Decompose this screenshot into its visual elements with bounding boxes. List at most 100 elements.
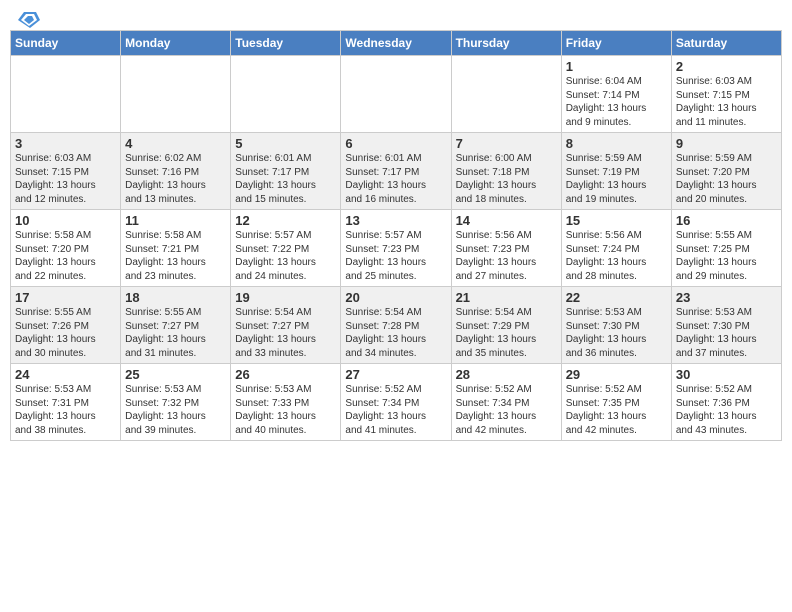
- day-info: Sunrise: 5:55 AM Sunset: 7:26 PM Dayligh…: [15, 306, 116, 360]
- day-number: 7: [456, 136, 557, 151]
- day-number: 15: [566, 213, 667, 228]
- day-info: Sunrise: 6:00 AM Sunset: 7:18 PM Dayligh…: [456, 152, 557, 206]
- day-info: Sunrise: 6:02 AM Sunset: 7:16 PM Dayligh…: [125, 152, 226, 206]
- day-number: 9: [676, 136, 777, 151]
- day-info: Sunrise: 5:59 AM Sunset: 7:19 PM Dayligh…: [566, 152, 667, 206]
- empty-cell: [231, 56, 341, 133]
- calendar-day: 16Sunrise: 5:55 AM Sunset: 7:25 PM Dayli…: [671, 210, 781, 287]
- weekday-header: Saturday: [671, 31, 781, 56]
- day-info: Sunrise: 6:04 AM Sunset: 7:14 PM Dayligh…: [566, 75, 667, 129]
- calendar-table: SundayMondayTuesdayWednesdayThursdayFrid…: [10, 30, 782, 441]
- day-info: Sunrise: 5:57 AM Sunset: 7:23 PM Dayligh…: [345, 229, 446, 283]
- day-info: Sunrise: 5:59 AM Sunset: 7:20 PM Dayligh…: [676, 152, 777, 206]
- day-number: 14: [456, 213, 557, 228]
- day-number: 19: [235, 290, 336, 305]
- day-info: Sunrise: 6:01 AM Sunset: 7:17 PM Dayligh…: [235, 152, 336, 206]
- day-info: Sunrise: 5:55 AM Sunset: 7:27 PM Dayligh…: [125, 306, 226, 360]
- weekday-header: Monday: [121, 31, 231, 56]
- weekday-header: Sunday: [11, 31, 121, 56]
- day-info: Sunrise: 5:57 AM Sunset: 7:22 PM Dayligh…: [235, 229, 336, 283]
- day-info: Sunrise: 6:03 AM Sunset: 7:15 PM Dayligh…: [676, 75, 777, 129]
- weekday-header: Friday: [561, 31, 671, 56]
- day-info: Sunrise: 5:58 AM Sunset: 7:20 PM Dayligh…: [15, 229, 116, 283]
- day-number: 23: [676, 290, 777, 305]
- calendar-day: 4Sunrise: 6:02 AM Sunset: 7:16 PM Daylig…: [121, 133, 231, 210]
- day-number: 8: [566, 136, 667, 151]
- day-number: 4: [125, 136, 226, 151]
- day-number: 11: [125, 213, 226, 228]
- weekday-header: Thursday: [451, 31, 561, 56]
- calendar-day: 9Sunrise: 5:59 AM Sunset: 7:20 PM Daylig…: [671, 133, 781, 210]
- day-number: 16: [676, 213, 777, 228]
- day-number: 18: [125, 290, 226, 305]
- day-number: 29: [566, 367, 667, 382]
- day-number: 26: [235, 367, 336, 382]
- calendar-day: 3Sunrise: 6:03 AM Sunset: 7:15 PM Daylig…: [11, 133, 121, 210]
- logo-icon: [18, 10, 40, 28]
- calendar-day: 24Sunrise: 5:53 AM Sunset: 7:31 PM Dayli…: [11, 364, 121, 441]
- day-number: 27: [345, 367, 446, 382]
- day-info: Sunrise: 5:54 AM Sunset: 7:27 PM Dayligh…: [235, 306, 336, 360]
- day-number: 24: [15, 367, 116, 382]
- day-info: Sunrise: 6:03 AM Sunset: 7:15 PM Dayligh…: [15, 152, 116, 206]
- day-info: Sunrise: 5:53 AM Sunset: 7:32 PM Dayligh…: [125, 383, 226, 437]
- day-info: Sunrise: 5:52 AM Sunset: 7:35 PM Dayligh…: [566, 383, 667, 437]
- day-number: 12: [235, 213, 336, 228]
- day-info: Sunrise: 5:53 AM Sunset: 7:33 PM Dayligh…: [235, 383, 336, 437]
- day-number: 3: [15, 136, 116, 151]
- day-info: Sunrise: 5:53 AM Sunset: 7:31 PM Dayligh…: [15, 383, 116, 437]
- day-info: Sunrise: 5:56 AM Sunset: 7:23 PM Dayligh…: [456, 229, 557, 283]
- weekday-header: Wednesday: [341, 31, 451, 56]
- calendar-day: 17Sunrise: 5:55 AM Sunset: 7:26 PM Dayli…: [11, 287, 121, 364]
- day-info: Sunrise: 6:01 AM Sunset: 7:17 PM Dayligh…: [345, 152, 446, 206]
- day-number: 21: [456, 290, 557, 305]
- day-info: Sunrise: 5:55 AM Sunset: 7:25 PM Dayligh…: [676, 229, 777, 283]
- calendar-day: 18Sunrise: 5:55 AM Sunset: 7:27 PM Dayli…: [121, 287, 231, 364]
- weekday-header: Tuesday: [231, 31, 341, 56]
- day-number: 6: [345, 136, 446, 151]
- day-number: 25: [125, 367, 226, 382]
- calendar-day: 8Sunrise: 5:59 AM Sunset: 7:19 PM Daylig…: [561, 133, 671, 210]
- day-info: Sunrise: 5:52 AM Sunset: 7:36 PM Dayligh…: [676, 383, 777, 437]
- calendar-day: 27Sunrise: 5:52 AM Sunset: 7:34 PM Dayli…: [341, 364, 451, 441]
- calendar-day: 28Sunrise: 5:52 AM Sunset: 7:34 PM Dayli…: [451, 364, 561, 441]
- calendar-day: 23Sunrise: 5:53 AM Sunset: 7:30 PM Dayli…: [671, 287, 781, 364]
- logo: [16, 10, 40, 24]
- day-info: Sunrise: 5:53 AM Sunset: 7:30 PM Dayligh…: [676, 306, 777, 360]
- calendar-day: 6Sunrise: 6:01 AM Sunset: 7:17 PM Daylig…: [341, 133, 451, 210]
- calendar-day: 7Sunrise: 6:00 AM Sunset: 7:18 PM Daylig…: [451, 133, 561, 210]
- day-info: Sunrise: 5:52 AM Sunset: 7:34 PM Dayligh…: [345, 383, 446, 437]
- day-number: 28: [456, 367, 557, 382]
- day-number: 22: [566, 290, 667, 305]
- day-info: Sunrise: 5:56 AM Sunset: 7:24 PM Dayligh…: [566, 229, 667, 283]
- calendar-day: 20Sunrise: 5:54 AM Sunset: 7:28 PM Dayli…: [341, 287, 451, 364]
- day-number: 5: [235, 136, 336, 151]
- day-number: 10: [15, 213, 116, 228]
- calendar-day: 12Sunrise: 5:57 AM Sunset: 7:22 PM Dayli…: [231, 210, 341, 287]
- page-header: [0, 0, 792, 30]
- calendar-day: 11Sunrise: 5:58 AM Sunset: 7:21 PM Dayli…: [121, 210, 231, 287]
- day-info: Sunrise: 5:53 AM Sunset: 7:30 PM Dayligh…: [566, 306, 667, 360]
- calendar-day: 26Sunrise: 5:53 AM Sunset: 7:33 PM Dayli…: [231, 364, 341, 441]
- calendar-day: 2Sunrise: 6:03 AM Sunset: 7:15 PM Daylig…: [671, 56, 781, 133]
- empty-cell: [451, 56, 561, 133]
- calendar-day: 15Sunrise: 5:56 AM Sunset: 7:24 PM Dayli…: [561, 210, 671, 287]
- day-number: 17: [15, 290, 116, 305]
- day-info: Sunrise: 5:54 AM Sunset: 7:29 PM Dayligh…: [456, 306, 557, 360]
- empty-cell: [11, 56, 121, 133]
- calendar-day: 19Sunrise: 5:54 AM Sunset: 7:27 PM Dayli…: [231, 287, 341, 364]
- day-number: 1: [566, 59, 667, 74]
- day-info: Sunrise: 5:54 AM Sunset: 7:28 PM Dayligh…: [345, 306, 446, 360]
- calendar-day: 30Sunrise: 5:52 AM Sunset: 7:36 PM Dayli…: [671, 364, 781, 441]
- calendar-day: 21Sunrise: 5:54 AM Sunset: 7:29 PM Dayli…: [451, 287, 561, 364]
- calendar-day: 22Sunrise: 5:53 AM Sunset: 7:30 PM Dayli…: [561, 287, 671, 364]
- day-number: 30: [676, 367, 777, 382]
- calendar-day: 25Sunrise: 5:53 AM Sunset: 7:32 PM Dayli…: [121, 364, 231, 441]
- day-number: 13: [345, 213, 446, 228]
- day-info: Sunrise: 5:52 AM Sunset: 7:34 PM Dayligh…: [456, 383, 557, 437]
- calendar-day: 29Sunrise: 5:52 AM Sunset: 7:35 PM Dayli…: [561, 364, 671, 441]
- empty-cell: [121, 56, 231, 133]
- day-number: 2: [676, 59, 777, 74]
- empty-cell: [341, 56, 451, 133]
- day-info: Sunrise: 5:58 AM Sunset: 7:21 PM Dayligh…: [125, 229, 226, 283]
